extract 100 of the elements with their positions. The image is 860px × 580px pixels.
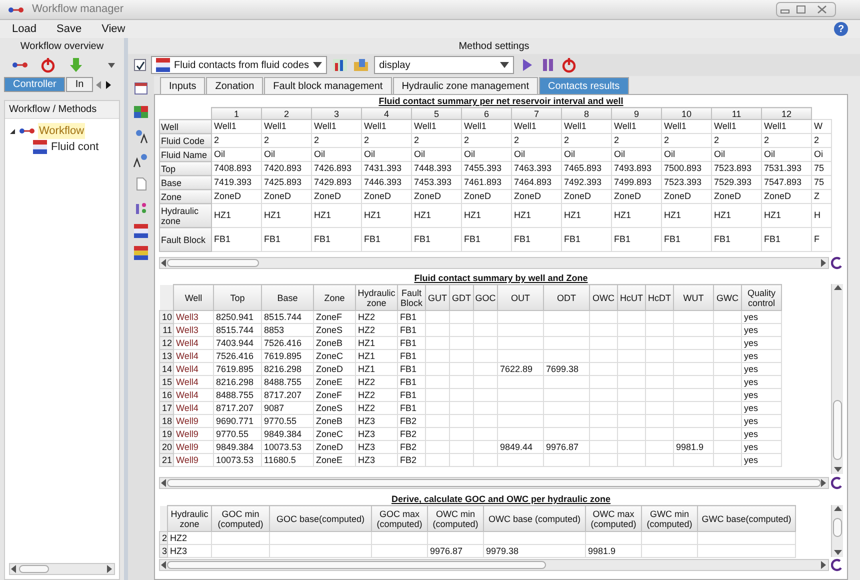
table-cell: 8717.207 (264, 390, 302, 400)
table-cell: FB1 (400, 312, 417, 322)
table-cell: HZ1 (364, 210, 382, 220)
vertical-scrollbar[interactable] (831, 505, 843, 557)
table-cell: yes (744, 454, 758, 464)
tab[interactable]: Contacts results (538, 77, 629, 94)
table-cell: 7403.944 (216, 338, 254, 348)
panel-tab[interactable]: In (66, 77, 93, 92)
table-cell: 7408.893 (214, 163, 252, 173)
arrow-left-icon[interactable] (11, 565, 17, 573)
table-cell: HZ1 (358, 350, 376, 360)
method-dropdown[interactable]: Fluid contacts from fluid codes (151, 56, 328, 74)
tab[interactable]: Zonation (206, 77, 264, 94)
table-cell: HZ1 (514, 210, 532, 220)
table-cell: 7500.893 (664, 163, 702, 173)
table-cell: Well4 (176, 376, 198, 386)
scrollbar-thumb[interactable] (19, 565, 49, 573)
column-header: GWC (714, 284, 742, 310)
tree-item[interactable]: Fluid cont (50, 138, 100, 156)
calendar-icon[interactable] (133, 80, 149, 96)
arrow-right-icon[interactable] (821, 478, 827, 486)
row-number: 10 (160, 310, 174, 324)
column-header: 3 (334, 108, 339, 118)
arrow-up-icon[interactable] (834, 285, 842, 291)
table-cell: 9979.38 (486, 546, 519, 556)
refresh-icon[interactable] (831, 476, 843, 490)
table-cell: F (814, 234, 820, 244)
column-header: ODT (544, 284, 590, 310)
row-number: 21 (160, 454, 174, 466)
vertical-scrollbar[interactable] (831, 284, 843, 474)
arrow-up-icon[interactable] (834, 506, 842, 512)
horizontal-scrollbar[interactable] (159, 476, 829, 488)
scrollbar-thumb[interactable] (833, 400, 842, 460)
table-cell: 2 (214, 135, 220, 145)
arrow-left-icon[interactable] (161, 258, 167, 266)
table-cell: Well4 (176, 402, 198, 412)
table-cell: 9087 (264, 402, 284, 412)
horizontal-scrollbar[interactable] (159, 256, 829, 268)
menu-item[interactable]: Load (12, 20, 36, 38)
power-icon[interactable] (40, 57, 56, 73)
checkbox[interactable] (134, 59, 146, 71)
refresh-icon[interactable] (831, 256, 843, 270)
column-header: 11 (732, 108, 742, 118)
arrow-left-icon[interactable] (161, 478, 167, 486)
column-header: Base (262, 284, 314, 310)
column-header: HcDT (646, 284, 674, 310)
table-cell: ZoneS (316, 324, 343, 334)
arrow-down-icon[interactable] (834, 467, 842, 473)
workflow-icon[interactable] (12, 60, 28, 70)
table-cell: 9976.87 (546, 442, 579, 452)
caret-icon[interactable] (500, 62, 510, 68)
table-cell: FB1 (464, 234, 481, 244)
help-button[interactable]: ? (834, 22, 848, 36)
horizontal-scrollbar[interactable] (9, 563, 115, 575)
tree-item[interactable]: Workflow (38, 122, 86, 140)
table-cell: 7426.893 (314, 163, 352, 173)
table-cell: HZ2 (358, 376, 376, 386)
arrow-down-icon[interactable] (834, 550, 842, 556)
refresh-icon[interactable] (831, 558, 843, 572)
tab[interactable]: Fault block management (264, 77, 392, 94)
folder-icon[interactable] (353, 57, 370, 73)
table-cell: ZoneD (564, 191, 592, 201)
horizontal-scrollbar[interactable] (159, 558, 829, 570)
arrow-left-icon[interactable] (161, 560, 167, 568)
power-icon[interactable] (561, 57, 578, 73)
panel-tab[interactable]: Controller (4, 77, 66, 92)
row-number: 3 (160, 544, 168, 558)
table-cell: 7531.393 (764, 163, 802, 173)
arrow-right-icon[interactable] (104, 78, 113, 92)
tab[interactable]: Inputs (160, 77, 206, 94)
column-header: OWC max (computed) (586, 506, 642, 532)
scrollbar-thumb[interactable] (167, 478, 821, 486)
arrow-right-icon[interactable] (107, 565, 113, 573)
arrow-right-icon[interactable] (821, 258, 827, 266)
table-cell: yes (744, 324, 758, 334)
table-cell: FB1 (714, 234, 731, 244)
scrollbar-thumb[interactable] (833, 518, 842, 537)
table-cell: 2 (664, 135, 670, 145)
tab[interactable]: Hydraulic zone management (392, 77, 538, 94)
table-cell: ZoneD (364, 191, 392, 201)
scrollbar-thumb[interactable] (167, 560, 546, 568)
table-cell: 7461.893 (464, 177, 502, 187)
window-title: Workflow manager (32, 2, 124, 18)
caret-icon[interactable] (108, 62, 115, 68)
table-cell: HZ1 (664, 210, 682, 220)
expand-arrow-icon[interactable] (9, 128, 16, 134)
caret-icon[interactable] (313, 62, 322, 68)
table-title: Fluid contact summary per net reservoir interval and well (378, 96, 624, 107)
table-cell: Well4 (176, 350, 198, 360)
table-cell: ZoneD (314, 191, 342, 201)
mode-dropdown[interactable]: display (374, 56, 514, 74)
table-cell: 7547.893 (764, 177, 802, 187)
table-cell: HZ3 (170, 546, 188, 556)
table-cell: FB2 (400, 442, 417, 452)
menu-item[interactable]: View (102, 20, 126, 38)
arrow-right-icon[interactable] (821, 560, 827, 568)
scrollbar-thumb[interactable] (167, 258, 259, 266)
table-cell: Well3 (176, 312, 198, 322)
table-cell: 9770.55 (216, 428, 249, 438)
menu-item[interactable]: Save (56, 20, 82, 38)
